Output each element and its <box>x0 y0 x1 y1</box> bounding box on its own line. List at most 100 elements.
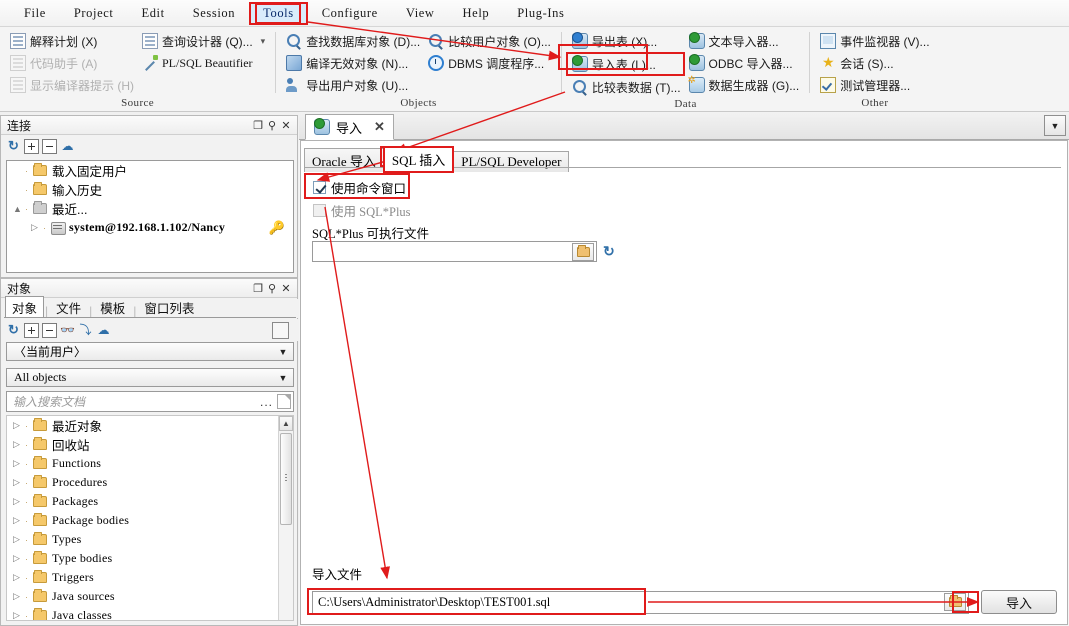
ribbon-item-export-tables[interactable]: 导出表 (X)... <box>568 30 685 52</box>
object-type-select[interactable]: All objects ▼ <box>6 368 294 387</box>
ribbon-item-text-importer[interactable]: 文本导入器... <box>685 30 804 52</box>
new-connection-icon[interactable]: ☁ <box>60 139 75 154</box>
menu-item-help[interactable]: Help <box>449 2 504 25</box>
import-file-field[interactable]: C:\Users\Administrator\Desktop\TEST001.s… <box>312 590 969 614</box>
restore-icon[interactable]: ❐ <box>251 119 265 132</box>
expand-toggle-icon[interactable]: ▷ <box>13 439 25 450</box>
expand-toggle-icon[interactable]: ▷ <box>13 591 25 602</box>
search-more-button[interactable]: ... <box>256 395 277 409</box>
object-tree-item[interactable]: ▷ · Java classes <box>7 606 277 620</box>
scroll-up-icon[interactable]: ▲ <box>279 416 293 431</box>
chevron-down-icon[interactable]: ▼ <box>1044 115 1066 136</box>
expand-all-icon[interactable] <box>24 322 39 338</box>
menu-item-edit[interactable]: Edit <box>127 2 178 25</box>
ribbon-item-beautifier[interactable]: PL/SQL Beautifier <box>138 52 269 74</box>
objects-tree-scrollbar[interactable]: ▲ <box>278 416 293 620</box>
ribbon-item-data-generator[interactable]: 数据生成器 (G)... <box>685 74 804 96</box>
object-tree-item[interactable]: ▷ · Java sources <box>7 587 277 606</box>
expand-toggle-icon[interactable]: ▷ <box>13 458 25 469</box>
ribbon-item-compile-invalid[interactable]: 编译无效对象 (N)... <box>282 52 424 74</box>
expand-toggle-icon[interactable]: ▷ <box>13 420 25 431</box>
expand-toggle-icon[interactable]: ▷ <box>13 477 25 488</box>
object-tree-item[interactable]: ▷ · 最近对象 <box>7 416 277 435</box>
ribbon-item-dbms-scheduler[interactable]: DBMS 调度程序... <box>424 52 555 74</box>
option-use-command-window-row[interactable]: 使用命令窗口 <box>313 178 406 197</box>
import-tab-0[interactable]: Oracle 导入 <box>304 148 384 172</box>
objects-tab-3[interactable]: 窗口列表 <box>137 296 201 318</box>
import-tab-2[interactable]: PL/SQL Developer <box>453 151 570 172</box>
objects-tree[interactable]: ▷ · 最近对象 ▷ · 回收站 ▷ · Functions ▷ · Procedures ▷ · Pack… <box>6 415 294 621</box>
connections-tree[interactable]: · 载入固定用户 · 输入历史 ▲ · 最近... ▷ · system@192.168.1.10… <box>6 160 294 273</box>
ribbon-item-odbc-importer[interactable]: ODBC 导入器... <box>685 52 804 74</box>
menu-item-plug-ins[interactable]: Plug-Ins <box>503 2 578 25</box>
ribbon-item-event-monitor[interactable]: 事件监视器 (V)... <box>816 30 933 52</box>
import-button[interactable]: 导入 <box>981 590 1057 614</box>
expand-toggle-icon[interactable]: ▷ <box>13 553 25 564</box>
ribbon-item-find-db-object[interactable]: 查找数据库对象 (D)... <box>282 30 424 52</box>
owner-select[interactable]: 〈当前用户〉 ▼ <box>6 342 294 361</box>
object-search-box[interactable]: 输入搜索文档 ... <box>6 391 294 412</box>
connection-tree-item[interactable]: · 载入固定用户 <box>7 161 293 180</box>
close-icon[interactable]: ✕ <box>374 119 385 135</box>
use-sqlplus-checkbox[interactable] <box>313 204 326 217</box>
find-icon[interactable]: 👓 <box>60 323 75 338</box>
expand-toggle-icon[interactable]: ▷ <box>13 534 25 545</box>
option-row[interactable]: 使用 SQL*Plus <box>313 201 411 220</box>
connection-tree-item[interactable]: ▷ · system@192.168.1.102/Nancy 🔑 <box>7 218 293 237</box>
ribbon-item-compare-table-data[interactable]: 比较表数据 (T)... <box>568 76 685 98</box>
ribbon-item-import-tables[interactable]: 导入表 (L)... <box>565 52 685 76</box>
close-icon[interactable]: ✕ <box>279 282 293 295</box>
connection-tree-item[interactable]: ▲ · 最近... <box>7 199 293 218</box>
expand-toggle-icon[interactable]: ▷ <box>13 572 25 583</box>
expand-toggle-icon[interactable]: ▷ <box>13 496 25 507</box>
chevron-down-icon[interactable]: ▾ <box>261 36 266 47</box>
menu-item-view[interactable]: View <box>392 2 449 25</box>
ribbon-item-test-manager[interactable]: 测试管理器... <box>816 74 933 96</box>
close-icon[interactable]: ✕ <box>279 119 293 132</box>
options-button[interactable] <box>272 321 289 339</box>
ribbon-item-sessions[interactable]: ★ 会话 (S)... <box>816 52 933 74</box>
menu-item-session[interactable]: Session <box>179 2 249 25</box>
ribbon-item-export-user-objects[interactable]: 导出用户对象 (U)... <box>282 74 424 96</box>
folder-browse-icon[interactable] <box>572 242 594 261</box>
folder-browse-icon[interactable] <box>944 593 966 611</box>
document-tab-import[interactable]: 导入 ✕ <box>305 114 394 140</box>
use-command-window-checkbox[interactable] <box>313 181 326 194</box>
import-tab-1[interactable]: SQL 插入 <box>382 146 455 173</box>
connection-tree-item[interactable]: · 输入历史 <box>7 180 293 199</box>
ribbon-item-explain-plan[interactable]: 解释计划 (X) <box>6 30 138 52</box>
object-tree-item[interactable]: ▷ · 回收站 <box>7 435 277 454</box>
search-input[interactable]: 输入搜索文档 <box>13 393 256 410</box>
object-tree-item[interactable]: ▷ · Package bodies <box>7 511 277 530</box>
object-tree-item[interactable]: ▷ · Types <box>7 530 277 549</box>
pin-icon[interactable]: ⚲ <box>265 119 279 132</box>
object-tree-item[interactable]: ▷ · Packages <box>7 492 277 511</box>
menu-item-file[interactable]: File <box>10 2 60 25</box>
restore-icon[interactable]: ❐ <box>251 282 265 295</box>
pin-icon[interactable]: ⚲ <box>265 282 279 295</box>
refresh-icon[interactable]: ↻ <box>6 322 21 338</box>
objects-tab-0[interactable]: 对象 <box>5 296 45 318</box>
objects-tab-2[interactable]: 模板 <box>93 296 132 318</box>
scrollbar-thumb[interactable] <box>280 433 292 525</box>
collapse-all-icon[interactable] <box>42 138 57 154</box>
sqlplus-exe-field[interactable] <box>312 241 597 262</box>
collapse-all-icon[interactable] <box>42 322 57 338</box>
object-tree-item[interactable]: ▷ · Functions <box>7 454 277 473</box>
objects-tab-1[interactable]: 文件 <box>49 296 88 318</box>
owner-icon[interactable]: ☁ <box>96 323 111 338</box>
refresh-icon[interactable]: ↻ <box>6 138 21 154</box>
object-tree-item[interactable]: ▷ · Triggers <box>7 568 277 587</box>
expand-toggle-icon[interactable]: ▷ <box>13 515 25 526</box>
ribbon-item-query-builder[interactable]: 查询设计器 (Q)... ▾ <box>138 30 269 52</box>
menu-item-tools[interactable]: Tools <box>249 1 308 25</box>
menu-item-project[interactable]: Project <box>60 2 128 25</box>
expand-all-icon[interactable] <box>24 138 39 154</box>
option-use-sqlplus-row[interactable]: 使用 SQL*Plus <box>313 201 411 220</box>
expand-toggle-icon[interactable]: ▷ <box>31 222 43 233</box>
expand-toggle-icon[interactable]: ▲ <box>13 204 25 214</box>
object-tree-item[interactable]: ▷ · Procedures <box>7 473 277 492</box>
filter-icon[interactable]: ⤵ <box>78 323 93 338</box>
new-page-icon[interactable] <box>277 394 291 409</box>
option-row[interactable]: 使用命令窗口 <box>313 178 406 197</box>
